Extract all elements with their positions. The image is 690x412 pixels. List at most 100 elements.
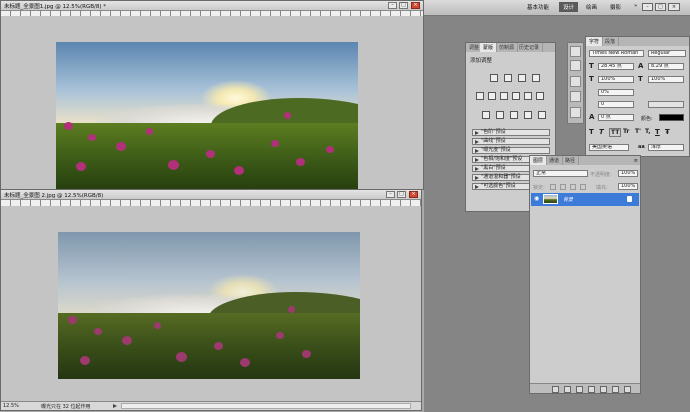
font-family-select[interactable]: Times New Roman bbox=[589, 50, 644, 57]
language-select[interactable]: 美国英语 bbox=[589, 144, 629, 151]
delete-layer-icon[interactable] bbox=[624, 386, 631, 393]
scale-horizontal-icon: T bbox=[638, 75, 643, 83]
opacity-field[interactable]: 100% bbox=[618, 170, 638, 177]
black-white-icon[interactable] bbox=[512, 92, 520, 100]
app-minimize-button[interactable]: – bbox=[642, 3, 653, 11]
new-layer-icon[interactable] bbox=[612, 386, 619, 393]
tracking-field[interactable]: 0% bbox=[598, 89, 634, 96]
small-caps-button[interactable]: Tr bbox=[623, 128, 629, 135]
document-1-title: 未标题_全景图1.jpg @ 12.5%(RGB/8) * bbox=[4, 4, 106, 10]
link-layers-icon[interactable] bbox=[552, 386, 559, 393]
document-2-minimize-button[interactable]: – bbox=[386, 191, 395, 198]
underline-button[interactable]: T bbox=[655, 128, 660, 136]
status-menu-arrow[interactable] bbox=[113, 404, 117, 408]
antialias-select[interactable]: 浑厚 bbox=[648, 144, 684, 151]
all-caps-button[interactable]: TT bbox=[609, 128, 622, 137]
scale-horizontal-field[interactable]: 100% bbox=[648, 76, 684, 83]
adjustment-layer-icon[interactable] bbox=[588, 386, 595, 393]
dock-tool-4-icon[interactable] bbox=[570, 91, 581, 102]
document-1-close-button[interactable]: × bbox=[411, 2, 420, 9]
leading-field[interactable]: 8.29 点 bbox=[648, 63, 684, 70]
color-balance-icon[interactable] bbox=[500, 92, 508, 100]
lock-transparency-icon[interactable] bbox=[550, 184, 556, 190]
add-mask-icon[interactable] bbox=[576, 386, 583, 393]
document-2-close-button[interactable]: × bbox=[409, 191, 418, 198]
layer-thumbnail bbox=[543, 194, 558, 204]
document-2-canvas-image bbox=[58, 232, 360, 379]
font-size-field[interactable]: 28.45 点 bbox=[598, 63, 634, 70]
vibrance-icon[interactable] bbox=[476, 92, 484, 100]
tab-channels[interactable]: 通道 bbox=[546, 156, 564, 165]
kerning-field[interactable]: 0 bbox=[598, 101, 634, 108]
workspace-overflow[interactable]: » bbox=[634, 3, 637, 9]
layer-row-background[interactable]: ◉ 背景 bbox=[531, 193, 639, 206]
threshold-icon[interactable] bbox=[510, 111, 518, 119]
zoom-level[interactable]: 12.5% bbox=[3, 403, 19, 409]
scale-vertical-field[interactable]: 100% bbox=[598, 76, 634, 83]
adjustments-tabbar: 调整 蒙版 仿制源 历史记录 bbox=[466, 43, 555, 52]
preset-exposure[interactable]: "曝光度"预设 bbox=[472, 147, 550, 154]
brightness-contrast-icon[interactable] bbox=[490, 74, 498, 82]
baseline-shift-field[interactable]: 0 点 bbox=[598, 114, 634, 121]
dock-tool-5-icon[interactable] bbox=[570, 107, 581, 118]
app-close-button[interactable]: × bbox=[668, 3, 680, 11]
layer-name[interactable]: 背景 bbox=[563, 196, 573, 203]
workspace-essentials[interactable]: 基本功能 bbox=[527, 3, 549, 11]
selective-color-icon[interactable] bbox=[538, 111, 546, 119]
workspace-design[interactable]: 设计 bbox=[559, 2, 579, 12]
dock-tool-2-icon[interactable] bbox=[570, 60, 581, 71]
channel-mixer-icon[interactable] bbox=[536, 92, 544, 100]
lock-position-icon[interactable] bbox=[570, 184, 576, 190]
posterize-icon[interactable] bbox=[496, 111, 504, 119]
tab-paragraph[interactable]: 段落 bbox=[602, 37, 620, 46]
document-1-minimize-button[interactable]: – bbox=[388, 2, 397, 9]
document-1-titlebar[interactable]: 未标题_全景图1.jpg @ 12.5%(RGB/8) * – □ × bbox=[1, 1, 423, 11]
strikethrough-button[interactable]: Ŧ bbox=[665, 128, 670, 136]
dock-tool-1-icon[interactable] bbox=[570, 46, 581, 57]
document-window-1[interactable]: 未标题_全景图1.jpg @ 12.5%(RGB/8) * – □ × bbox=[0, 0, 424, 190]
workspace-painting[interactable]: 绘画 bbox=[586, 3, 597, 11]
layer-style-icon[interactable] bbox=[564, 386, 571, 393]
font-style-select[interactable]: Regular bbox=[648, 50, 686, 57]
document-2-titlebar[interactable]: 未标题_全景图 2.jpg @ 12.5%(RGB/8) – □ × bbox=[1, 190, 421, 200]
document-2-maximize-button[interactable]: □ bbox=[397, 191, 406, 198]
gradient-map-icon[interactable] bbox=[524, 111, 532, 119]
panel-menu-icon[interactable]: ≡ bbox=[634, 158, 638, 164]
adjustments-header: 添加调整 bbox=[470, 58, 493, 64]
tab-history[interactable]: 历史记录 bbox=[516, 43, 544, 52]
tab-clone-source[interactable]: 仿制源 bbox=[496, 43, 519, 52]
preset-levels[interactable]: "色阶"预设 bbox=[472, 129, 550, 136]
subscript-button[interactable]: T, bbox=[645, 128, 651, 135]
tab-masks[interactable]: 蒙版 bbox=[480, 43, 498, 52]
tab-layers[interactable]: 图层 bbox=[530, 156, 548, 165]
kerning-metrics-field[interactable] bbox=[648, 101, 684, 108]
tab-paths[interactable]: 路径 bbox=[562, 156, 580, 165]
faux-bold-button[interactable]: T bbox=[589, 128, 594, 136]
superscript-button[interactable]: T' bbox=[635, 128, 641, 135]
photo-filter-icon[interactable] bbox=[524, 92, 532, 100]
workspace-photography[interactable]: 摄影 bbox=[610, 3, 621, 11]
lock-pixels-icon[interactable] bbox=[560, 184, 566, 190]
levels-icon[interactable] bbox=[504, 74, 512, 82]
text-color-swatch[interactable] bbox=[659, 114, 684, 121]
invert-icon[interactable] bbox=[482, 111, 490, 119]
exposure-icon[interactable] bbox=[532, 74, 540, 82]
document-window-2[interactable]: 未标题_全景图 2.jpg @ 12.5%(RGB/8) – □ × 12.5%… bbox=[0, 189, 422, 411]
dock-tool-3-icon[interactable] bbox=[570, 76, 581, 87]
tab-character[interactable]: 字符 bbox=[586, 37, 604, 46]
font-size-icon: T bbox=[589, 62, 594, 70]
hue-saturation-icon[interactable] bbox=[488, 92, 496, 100]
lock-all-icon[interactable] bbox=[580, 184, 586, 190]
preset-curves[interactable]: "曲线"预设 bbox=[472, 138, 550, 145]
app-restore-button[interactable]: □ bbox=[655, 3, 666, 11]
fill-field[interactable]: 100% bbox=[618, 183, 638, 190]
curves-icon[interactable] bbox=[518, 74, 526, 82]
layers-panel: 图层 通道 路径 ≡ 正常 不透明度: 100% 锁定: 填充: 100% ◉ … bbox=[529, 155, 641, 394]
faux-italic-button[interactable]: T bbox=[599, 128, 604, 136]
new-group-icon[interactable] bbox=[600, 386, 607, 393]
blend-mode-select[interactable]: 正常 bbox=[533, 170, 588, 177]
visibility-eye-icon[interactable]: ◉ bbox=[534, 196, 540, 202]
horizontal-scrollbar[interactable] bbox=[121, 403, 411, 409]
document-1-maximize-button[interactable]: □ bbox=[399, 2, 408, 9]
panel-dock-strip bbox=[567, 42, 584, 124]
